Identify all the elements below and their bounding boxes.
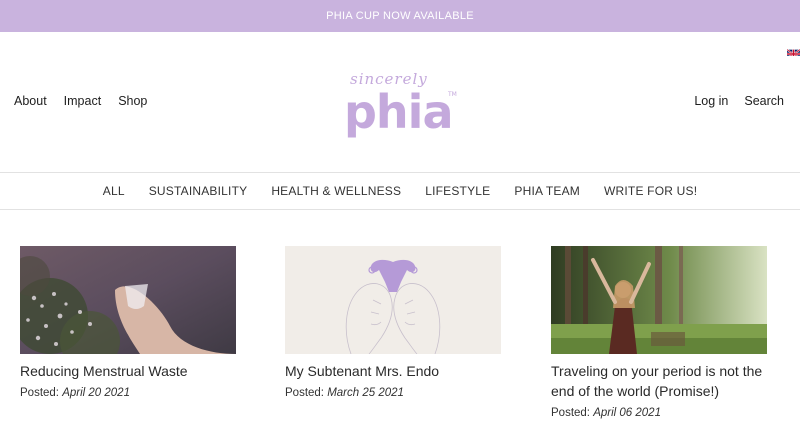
announcement-bar[interactable]: PHIA CUP NOW AVAILABLE	[0, 0, 800, 32]
nav-shop[interactable]: Shop	[118, 94, 147, 108]
blog-post-card[interactable]: Traveling on your period is not the end …	[551, 246, 767, 419]
post-date-value: April 20 2021	[62, 387, 130, 399]
posted-label: Posted:	[20, 387, 59, 399]
login-link[interactable]: Log in	[694, 94, 728, 108]
category-lifestyle[interactable]: LIFESTYLE	[425, 184, 490, 198]
blog-post-card[interactable]: Reducing Menstrual Waste Posted: April 2…	[20, 246, 236, 399]
nav-about[interactable]: About	[14, 94, 47, 108]
category-phia-team[interactable]: PHIA TEAM	[514, 184, 580, 198]
account-nav: Log in Search	[694, 94, 784, 108]
search-link[interactable]: Search	[744, 94, 784, 108]
blog-post-card[interactable]: My Subtenant Mrs. Endo Posted: March 25 …	[285, 246, 501, 399]
category-sustainability[interactable]: SUSTAINABILITY	[149, 184, 248, 198]
post-date: Posted: March 25 2021	[285, 387, 501, 399]
post-title[interactable]: Reducing Menstrual Waste	[20, 361, 236, 381]
post-date-value: March 25 2021	[327, 387, 404, 399]
logo-trademark: TM	[447, 91, 457, 98]
post-title[interactable]: Traveling on your period is not the end …	[551, 361, 767, 401]
category-nav: ALL SUSTAINABILITY HEALTH & WELLNESS LIF…	[0, 172, 800, 210]
post-image-menstrual-cup[interactable]	[20, 246, 236, 354]
posted-label: Posted:	[551, 407, 590, 419]
site-logo[interactable]: sincerely phia TM	[340, 66, 460, 139]
site-header: About Impact Shop sincerely phia TM Log …	[0, 32, 800, 172]
post-date: Posted: April 20 2021	[20, 387, 236, 399]
nav-impact[interactable]: Impact	[64, 94, 102, 108]
post-date: Posted: April 06 2021	[551, 407, 767, 419]
main-nav: About Impact Shop	[14, 94, 147, 108]
posted-label: Posted:	[285, 387, 324, 399]
announcement-text[interactable]: PHIA CUP NOW AVAILABLE	[326, 10, 474, 22]
post-image-forest-traveler[interactable]	[551, 246, 767, 354]
post-image-uterus-illustration[interactable]	[285, 246, 501, 354]
category-health-wellness[interactable]: HEALTH & WELLNESS	[271, 184, 401, 198]
category-write-for-us[interactable]: WRITE FOR US!	[604, 184, 697, 198]
post-date-value: April 06 2021	[593, 407, 661, 419]
category-all[interactable]: ALL	[103, 184, 125, 198]
post-title[interactable]: My Subtenant Mrs. Endo	[285, 361, 501, 381]
logo-wordmark: phia	[344, 85, 452, 138]
